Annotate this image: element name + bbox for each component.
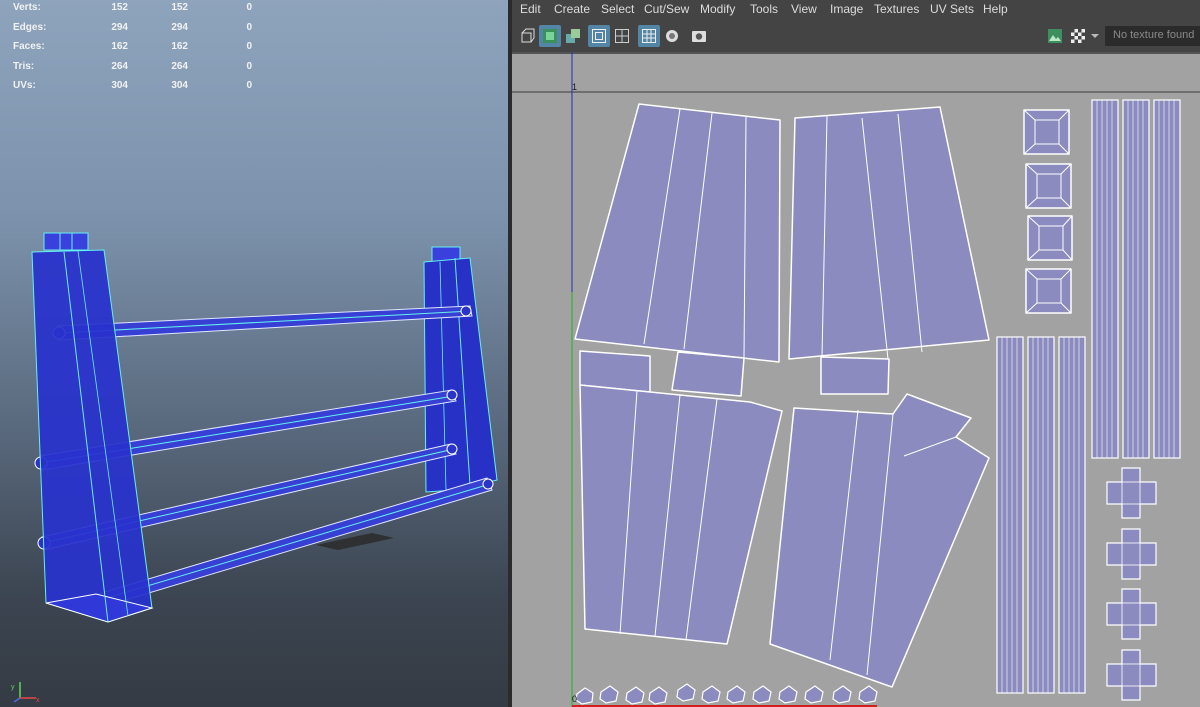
uv-coord-label-bottom: 0 [572, 694, 578, 704]
hud-row-faces: Faces: 162 162 0 [0, 39, 280, 55]
texture-field[interactable]: No texture found [1105, 26, 1200, 46]
uv-tile-darkbar [512, 52, 1200, 54]
hud-label: UVs: [13, 80, 36, 91]
uv-grid-dense-icon [642, 29, 656, 43]
menu-modify[interactable]: Modify [700, 2, 735, 16]
uv-rail-strips-short [996, 336, 1086, 694]
hud-value: 152 [111, 2, 128, 13]
hud-value: 162 [171, 41, 188, 52]
hud-row-verts: Verts: 152 152 0 [0, 0, 280, 16]
checker-tiles-button[interactable] [1067, 25, 1089, 47]
svg-text:x: x [36, 697, 40, 704]
uv-cube-button[interactable] [517, 25, 539, 47]
hud-label: Faces: [13, 41, 45, 52]
hud-value: 304 [111, 80, 128, 91]
menu-cut-sew[interactable]: Cut/Sew [644, 2, 689, 16]
hud-value: 152 [171, 2, 188, 13]
uv-editor-panel: Edit Create Select Cut/Sew Modify Tools … [512, 0, 1200, 707]
hud-value: 304 [171, 80, 188, 91]
hud-value: 0 [246, 61, 252, 72]
svg-text:y: y [11, 684, 15, 691]
uv-shaded-button[interactable] [562, 25, 584, 47]
menu-view[interactable]: View [791, 2, 817, 16]
axis-gizmo-icon: y x [11, 682, 40, 704]
uv-coord-label-top: 1 [572, 82, 578, 92]
hud-value: 294 [111, 22, 128, 33]
menu-bar: Edit Create Select Cut/Sew Modify Tools … [512, 0, 1200, 20]
hud-value: 264 [171, 61, 188, 72]
uv-sphere-button[interactable] [661, 25, 683, 47]
hud-label: Verts: [13, 2, 41, 13]
hud-row-tris: Tris: 264 264 0 [0, 59, 280, 75]
uv-layout[interactable] [512, 52, 1200, 707]
menu-uv-sets[interactable]: UV Sets [930, 2, 974, 16]
camera-icon [692, 31, 706, 42]
uv-shaded-icon [566, 29, 580, 43]
menu-help[interactable]: Help [983, 2, 1008, 16]
uv-sphere-icon [666, 30, 678, 42]
menu-image[interactable]: Image [830, 2, 863, 16]
hud-value: 162 [111, 41, 128, 52]
hud-value: 294 [171, 22, 188, 33]
menu-textures[interactable]: Textures [874, 2, 919, 16]
uv-frame-icon [592, 29, 606, 43]
uv-grid-button[interactable] [611, 25, 633, 47]
menu-select[interactable]: Select [601, 2, 634, 16]
uv-toolbar: No texture found [512, 22, 1200, 50]
hud-label: Edges: [13, 22, 47, 33]
menu-create[interactable]: Create [554, 2, 590, 16]
uv-frame-button[interactable] [588, 25, 610, 47]
menu-tools[interactable]: Tools [750, 2, 778, 16]
hud-value: 0 [246, 2, 252, 13]
display-image-button[interactable] [1044, 25, 1066, 47]
3d-viewport[interactable]: Verts: 152 152 0 Edges: 294 294 0 Faces:… [0, 0, 508, 707]
hud-row-uvs: UVs: 304 304 0 [0, 78, 280, 94]
uv-cube-icon [521, 28, 535, 43]
uv-rail-strips-tall [1091, 99, 1181, 459]
uv-cross-shells [1106, 467, 1157, 701]
texture-dropdown-button[interactable] [1088, 25, 1102, 47]
hud-value: 0 [246, 41, 252, 52]
uv-grid-icon [615, 29, 629, 43]
dropdown-arrow-icon [1091, 34, 1099, 38]
image-icon [1048, 29, 1062, 43]
hud-value: 264 [111, 61, 128, 72]
hud-row-edges: Edges: 294 294 0 [0, 20, 280, 36]
mesh-wireframe[interactable] [0, 0, 508, 707]
left-post [31, 232, 154, 623]
checker-icon [1071, 29, 1085, 43]
uv-checker-green-icon [543, 29, 557, 43]
uv-cap-shells [575, 683, 878, 705]
uv-grid-dense-button[interactable] [638, 25, 660, 47]
uv-canvas[interactable]: 1 0 [512, 52, 1200, 707]
uv-checker-button[interactable] [539, 25, 561, 47]
snapshot-button[interactable] [688, 25, 710, 47]
hud-value: 0 [246, 22, 252, 33]
hud-value: 0 [246, 80, 252, 91]
menu-edit[interactable]: Edit [520, 2, 541, 16]
hud-label: Tris: [13, 61, 35, 72]
